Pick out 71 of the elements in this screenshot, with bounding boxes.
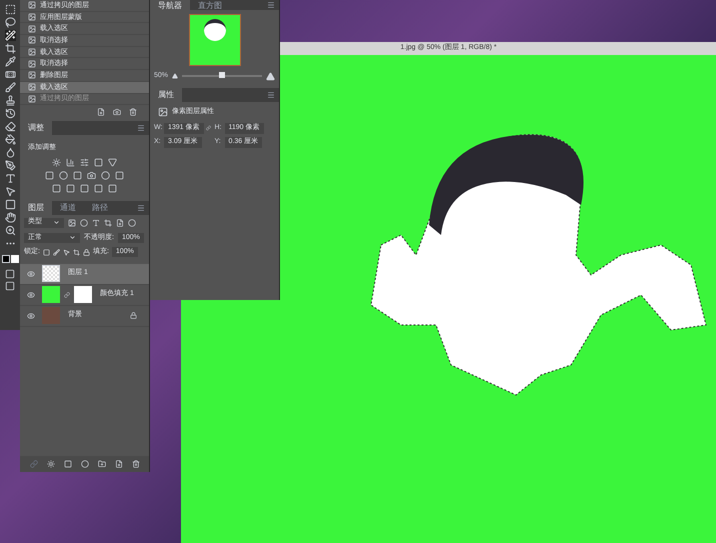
crop-icon[interactable] — [4, 43, 16, 54]
document-icon — [28, 83, 36, 92]
lock-artboard-icon[interactable] — [72, 248, 80, 256]
layer-thumbnail — [42, 265, 60, 282]
levels-icon[interactable] — [66, 158, 75, 167]
trash-icon[interactable] — [132, 460, 140, 468]
document-icon — [28, 94, 36, 103]
folder-icon[interactable] — [98, 460, 106, 468]
layer-style-icon[interactable] — [46, 460, 54, 468]
cutout-shape — [204, 19, 226, 41]
camera-icon[interactable] — [113, 108, 121, 116]
pen-icon[interactable] — [4, 160, 16, 171]
navigator-preview[interactable] — [188, 14, 240, 66]
brush-icon[interactable] — [4, 82, 16, 93]
link-icon — [64, 292, 70, 298]
photo-placeholder — [42, 307, 60, 324]
photo-filter-icon[interactable] — [87, 170, 96, 180]
layer-thumbnail — [42, 286, 60, 304]
document-icon — [28, 24, 36, 33]
document-icon — [28, 36, 36, 44]
vibrance-icon[interactable] — [108, 158, 117, 167]
marquee-icon[interactable] — [4, 4, 16, 15]
mask-thumbnail — [74, 286, 92, 304]
panel-menu-icon[interactable] — [267, 91, 275, 99]
chevron-down-icon[interactable] — [53, 219, 60, 226]
new-document-icon[interactable] — [97, 108, 105, 116]
pixel-layer-icon — [158, 107, 168, 118]
filter-icon[interactable] — [80, 218, 88, 227]
panel-tab[interactable]: 属性 — [150, 88, 182, 102]
panel-menu-icon[interactable] — [137, 124, 145, 132]
filter-icon[interactable] — [128, 218, 136, 227]
brightness-icon[interactable] — [52, 158, 61, 167]
document-icon — [28, 48, 36, 56]
lasso-icon[interactable] — [4, 17, 16, 28]
bandage-icon[interactable] — [4, 69, 16, 80]
paint-bucket-icon[interactable] — [4, 134, 16, 145]
filter-icon[interactable] — [92, 218, 100, 227]
eraser-icon[interactable] — [4, 121, 16, 132]
panel-tab[interactable]: 图层 — [20, 200, 52, 215]
pointer-icon[interactable] — [4, 186, 16, 197]
new-layer-icon[interactable] — [114, 460, 122, 468]
panel-tab[interactable]: 调整 — [20, 121, 52, 136]
chevron-down-icon[interactable] — [69, 234, 76, 242]
document-icon — [28, 13, 36, 22]
type-icon[interactable] — [4, 173, 16, 184]
document-icon — [28, 1, 36, 10]
panel-menu-icon[interactable] — [137, 204, 145, 212]
zoom-icon[interactable] — [4, 225, 16, 236]
lock-brush-icon[interactable] — [52, 248, 60, 256]
filter-icon[interactable] — [104, 218, 112, 227]
eyedropper-icon[interactable] — [4, 56, 16, 67]
filter-icon[interactable] — [68, 218, 76, 227]
document-icon — [28, 60, 36, 68]
rectangle-icon[interactable] — [4, 199, 16, 210]
history-brush-icon[interactable] — [4, 108, 16, 119]
link-icon[interactable] — [206, 124, 210, 132]
zoom-out-icon[interactable] — [172, 73, 178, 79]
trash-icon[interactable] — [129, 108, 137, 116]
document-icon — [28, 71, 36, 80]
drop-icon[interactable] — [4, 147, 16, 158]
wand-icon[interactable] — [4, 30, 16, 41]
lock-position-icon[interactable] — [62, 248, 70, 256]
zoom-in-icon[interactable] — [266, 72, 275, 80]
foreground-color-swatch[interactable] — [2, 255, 10, 263]
panel-menu-icon[interactable] — [267, 1, 275, 9]
zoom-slider-thumb[interactable] — [219, 72, 225, 78]
lock-all-icon[interactable] — [82, 248, 90, 256]
hand-icon[interactable] — [4, 212, 16, 223]
filter-icon[interactable] — [116, 218, 124, 227]
panel-tab[interactable]: 导航器 — [150, 0, 190, 10]
stamp-icon[interactable] — [4, 95, 16, 106]
